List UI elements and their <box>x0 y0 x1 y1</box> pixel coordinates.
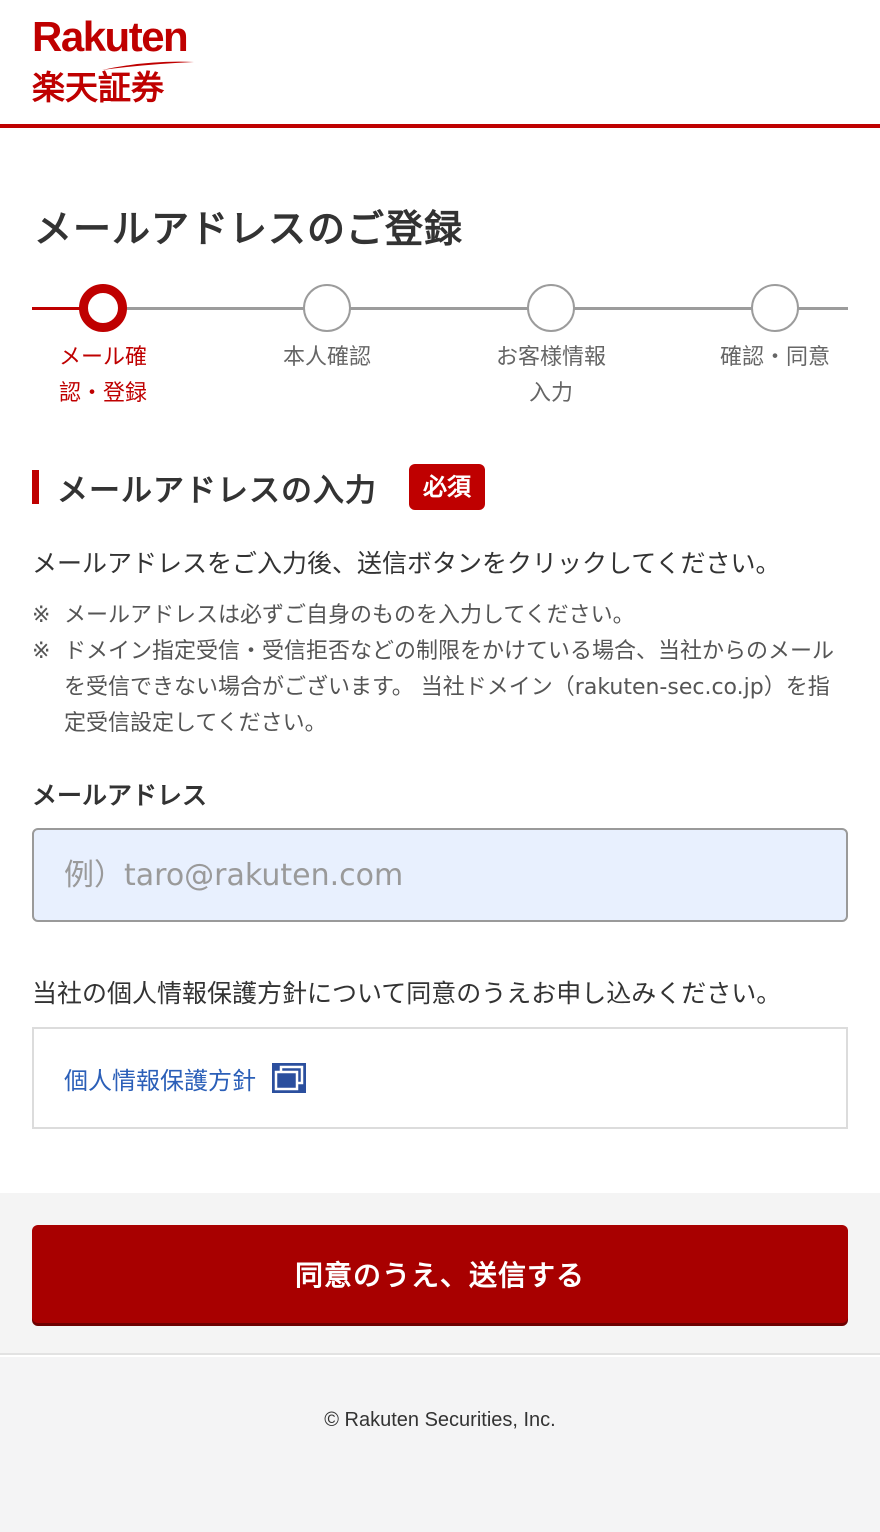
section-heading: メールアドレスの入力 必須 <box>32 462 485 512</box>
copyright-text: © Rakuten Securities, Inc. <box>324 1409 556 1431</box>
step-3-label-line2: 入力 <box>528 381 573 406</box>
step-1-label-line2: 認・登録 <box>58 381 147 406</box>
email-field[interactable] <box>32 828 848 922</box>
step-2-label-line1: 本人確認 <box>282 345 371 370</box>
site-footer: © Rakuten Securities, Inc. <box>0 1357 880 1532</box>
email-field-label: メールアドレス <box>32 781 208 810</box>
page-title: メールアドレスのご登録 <box>34 207 464 251</box>
note-text: メールアドレスは必ずご自身のものを入力してください。 <box>64 603 635 628</box>
step-connector <box>350 307 534 310</box>
step-3-label: お客様情報 入力 <box>476 340 626 412</box>
step-1-label-line1: メール確 <box>58 345 147 370</box>
step-4-label: 確認・同意 <box>700 340 850 376</box>
section-accent-bar <box>32 470 39 504</box>
logo-swoosh-icon <box>102 61 194 70</box>
section-title: メールアドレスの入力 <box>57 472 377 509</box>
submit-area: 同意のうえ、送信する <box>0 1193 880 1355</box>
required-badge: 必須 <box>409 464 485 510</box>
note-mark: ※ <box>32 639 51 664</box>
rakuten-securities-logo[interactable]: Rakuten 楽天証券 <box>32 13 194 108</box>
note-item: ※ ドメイン指定受信・受信拒否などの制限をかけている場合、当社からのメールを受信… <box>32 634 842 742</box>
site-header: Rakuten 楽天証券 <box>0 0 880 128</box>
step-3-circle <box>527 284 575 332</box>
step-2-label: 本人確認 <box>252 340 402 376</box>
note-item: ※ メールアドレスは必ずご自身のものを入力してください。 <box>32 598 842 634</box>
logo-japanese: 楽天証券 <box>32 68 164 107</box>
step-3-label-line1: お客様情報 <box>495 345 606 370</box>
privacy-policy-link[interactable]: 個人情報保護方針 <box>64 1061 256 1096</box>
notes-list: ※ メールアドレスは必ずご自身のものを入力してください。 ※ ドメイン指定受信・… <box>32 598 842 742</box>
external-window-icon[interactable] <box>272 1063 306 1093</box>
agree-and-submit-button[interactable]: 同意のうえ、送信する <box>32 1225 848 1323</box>
logo-wordmark: Rakuten <box>32 13 189 60</box>
step-4-circle <box>751 284 799 332</box>
instruction-text: メールアドレスをご入力後、送信ボタンをクリックしてください。 <box>32 549 781 578</box>
step-4-label-line1: 確認・同意 <box>719 345 830 370</box>
progress-stepper: メール確 認・登録 本人確認 お客様情報 入力 確認・同意 <box>32 284 848 414</box>
privacy-consent-text: 当社の個人情報保護方針について同意のうえお申し込みください。 <box>32 979 782 1008</box>
note-text: ドメイン指定受信・受信拒否などの制限をかけている場合、当社からのメールを受信でき… <box>64 639 835 736</box>
step-connector <box>32 307 82 310</box>
step-1-circle <box>79 284 127 332</box>
step-1-label: メール確 認・登録 <box>28 340 178 412</box>
step-2-circle <box>303 284 351 332</box>
privacy-policy-box: 個人情報保護方針 <box>32 1027 848 1129</box>
step-connector <box>798 307 848 310</box>
step-connector <box>126 307 310 310</box>
step-connector <box>574 307 758 310</box>
note-mark: ※ <box>32 603 51 628</box>
